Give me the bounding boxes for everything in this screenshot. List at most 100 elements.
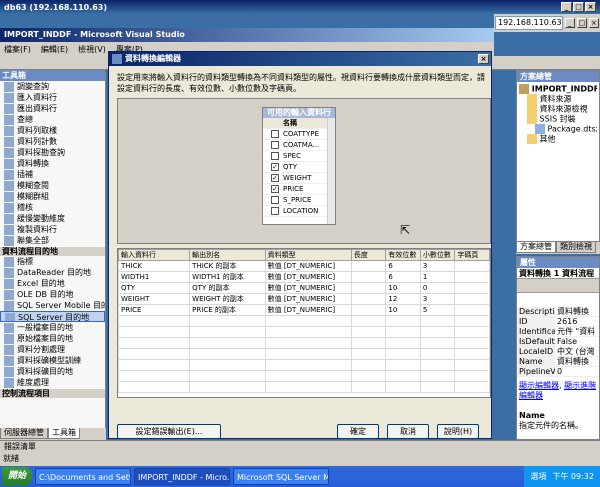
property-value[interactable]: 資料轉換 (555, 357, 599, 366)
property-row[interactable]: PipelineVersion0 (517, 367, 599, 377)
grid-cell[interactable] (454, 260, 490, 272)
grid-cell[interactable]: 3 (419, 293, 456, 305)
grid-empty-row[interactable] (117, 315, 490, 327)
tb-top-item[interactable]: 匯入資料行 (0, 92, 105, 103)
tb-top-item[interactable]: 緩慢變動維度 (0, 213, 105, 224)
property-value[interactable]: 中文 (台灣 (555, 347, 599, 356)
tree-item-misc[interactable]: 其他 (519, 134, 597, 144)
minimize-button[interactable]: _ (564, 18, 575, 28)
menu-view[interactable]: 檢視(V) (78, 44, 106, 54)
grid-row[interactable]: QTY QTY 的副本 數值 [DT_NUMERIC] 10 0 (117, 282, 490, 294)
configure-error-output-button[interactable]: 設定錯誤輸出(E)... (117, 424, 221, 439)
grid-empty-row[interactable] (117, 337, 490, 349)
help-button[interactable]: 說明(H) (437, 424, 479, 439)
restore-button[interactable]: □ (576, 18, 587, 28)
grid-row[interactable]: WEIGHT WEIGHT 的副本 數值 [DT_NUMERIC] 12 3 (117, 293, 490, 305)
error-list-tab[interactable]: 錯誤清單 (0, 440, 600, 452)
grid-cell[interactable]: 10 (385, 304, 421, 316)
grid-header[interactable]: 資料類型 (264, 249, 352, 261)
tab-class-view[interactable]: 類別檢視 (556, 242, 596, 253)
grid-row[interactable]: THICK THICK 的副本 數值 [DT_NUMERIC] 6 3 (117, 260, 490, 272)
task-sql-server[interactable]: Microsoft SQL Server Ma... (233, 468, 330, 485)
tb-dest-item[interactable]: DataReader 目的地 (0, 267, 105, 278)
grid-cell[interactable] (350, 260, 387, 272)
available-column-row[interactable]: COATTYPE (263, 129, 335, 140)
property-value[interactable]: 0 (555, 367, 599, 376)
tb-dest-item[interactable]: SQL Server 目的地 (0, 311, 105, 322)
property-value[interactable]: 元件 "資料 (555, 327, 599, 336)
column-checkbox[interactable]: ✓ (271, 163, 279, 171)
tb-top-item[interactable]: 模糊查閱 (0, 180, 105, 191)
grid-cell[interactable]: 0 (419, 282, 456, 294)
available-column-row[interactable]: COATMA... (263, 140, 335, 151)
tb-top-item[interactable]: 聯集全部 (0, 235, 105, 246)
grid-empty-row[interactable] (117, 381, 490, 393)
minimize-button[interactable]: _ (561, 2, 572, 12)
grid-cell[interactable]: PRICE (117, 304, 191, 316)
tb-dest-item[interactable]: 資料分割處理 (0, 344, 105, 355)
tab-toolbox[interactable]: 工具箱 (48, 428, 80, 439)
tb-dest-item[interactable]: 原始檔案目的地 (0, 333, 105, 344)
grid-cell[interactable]: QTY 的副本 (189, 282, 266, 294)
task-visual-studio[interactable]: IMPORT_INDDF - Micro... (134, 468, 231, 485)
grid-cell[interactable]: 數值 [DT_NUMERIC] (264, 271, 352, 283)
tb-top-item[interactable]: 資料列計數 (0, 136, 105, 147)
menu-edit[interactable]: 編輯(E) (41, 44, 68, 54)
grid-header[interactable]: 輸入資料行 (117, 249, 191, 261)
grid-cell[interactable]: 10 (385, 282, 421, 294)
ip-address-field[interactable]: 192.168.110.63 (495, 16, 563, 30)
tb-top-item[interactable]: 資料探勘查詢 (0, 147, 105, 158)
property-row[interactable]: ID 2616 (517, 317, 599, 327)
column-checkbox[interactable] (271, 152, 279, 160)
grid-empty-row[interactable] (117, 326, 490, 338)
grid-header[interactable]: 長度 (350, 249, 387, 261)
property-value[interactable]: False (555, 337, 599, 346)
tray-options[interactable]: 選項 (530, 466, 546, 487)
tree-item-data-source-views[interactable]: 資料來源檢視 (519, 104, 597, 114)
tb-dest-item[interactable]: 指標 (0, 256, 105, 267)
dialog-close-button[interactable]: × (478, 54, 489, 64)
column-checkbox[interactable] (271, 141, 279, 149)
grid-cell[interactable]: 數值 [DT_NUMERIC] (264, 260, 352, 272)
grid-cell[interactable] (350, 304, 387, 316)
tb-top-item[interactable]: 調變查詢 (0, 81, 105, 92)
column-checkbox[interactable]: ✓ (271, 185, 279, 193)
grid-cell[interactable] (350, 293, 387, 305)
property-value[interactable]: 2616 (555, 317, 599, 326)
grid-cell[interactable] (454, 293, 490, 305)
tb-top-item[interactable]: 模糊群組 (0, 191, 105, 202)
property-row[interactable]: IsDefaultLocaleFalse (517, 337, 599, 347)
tb-top-item[interactable]: 稽核 (0, 202, 105, 213)
grid-header[interactable]: 字碼頁 (454, 249, 490, 261)
tb-dest-item[interactable]: Excel 目的地 (0, 278, 105, 289)
grid-cell[interactable]: 數值 [DT_NUMERIC] (264, 304, 352, 316)
available-column-row[interactable]: S_PRICE (263, 195, 335, 206)
cancel-button[interactable]: 取消 (387, 424, 429, 439)
grid-cell[interactable] (454, 271, 490, 283)
tb-dest-item[interactable]: 維度處理 (0, 377, 105, 388)
tab-server-explorer[interactable]: 伺服器總管 (0, 428, 48, 439)
tree-item-project[interactable]: IMPORT_INDDF (519, 84, 597, 94)
tb-top-item[interactable]: 資料轉換 (0, 158, 105, 169)
grid-cell[interactable]: 數值 [DT_NUMERIC] (264, 293, 352, 305)
grid-cell[interactable]: WIDTH1 的副本 (189, 271, 266, 283)
grid-cell[interactable]: PRICE 的副本 (189, 304, 266, 316)
property-row[interactable]: LocaleID 中文 (台灣 (517, 347, 599, 357)
available-column-row[interactable]: ✓ PRICE (263, 184, 335, 195)
tb-top-item[interactable]: 匯出資料行 (0, 103, 105, 114)
column-checkbox[interactable] (271, 207, 279, 215)
grid-cell[interactable] (454, 304, 490, 316)
column-checkbox[interactable]: ✓ (271, 174, 279, 182)
grid-cell[interactable]: 1 (419, 271, 456, 283)
tree-item-data-sources[interactable]: 資料來源 (519, 94, 597, 104)
grid-header[interactable]: 有效位數 (385, 249, 421, 261)
column-checkbox[interactable] (271, 130, 279, 138)
grid-cell[interactable]: WIDTH1 (117, 271, 191, 283)
grid-cell[interactable]: 12 (385, 293, 421, 305)
close-button[interactable]: × (588, 18, 599, 28)
grid-cell[interactable] (350, 271, 387, 283)
available-column-row[interactable]: LOCATION (263, 206, 335, 217)
grid-cell[interactable]: 數值 [DT_NUMERIC] (264, 282, 352, 294)
ok-button[interactable]: 確定 (337, 424, 379, 439)
toolbox-section-destinations[interactable]: 資料流程目的地 (0, 246, 105, 256)
